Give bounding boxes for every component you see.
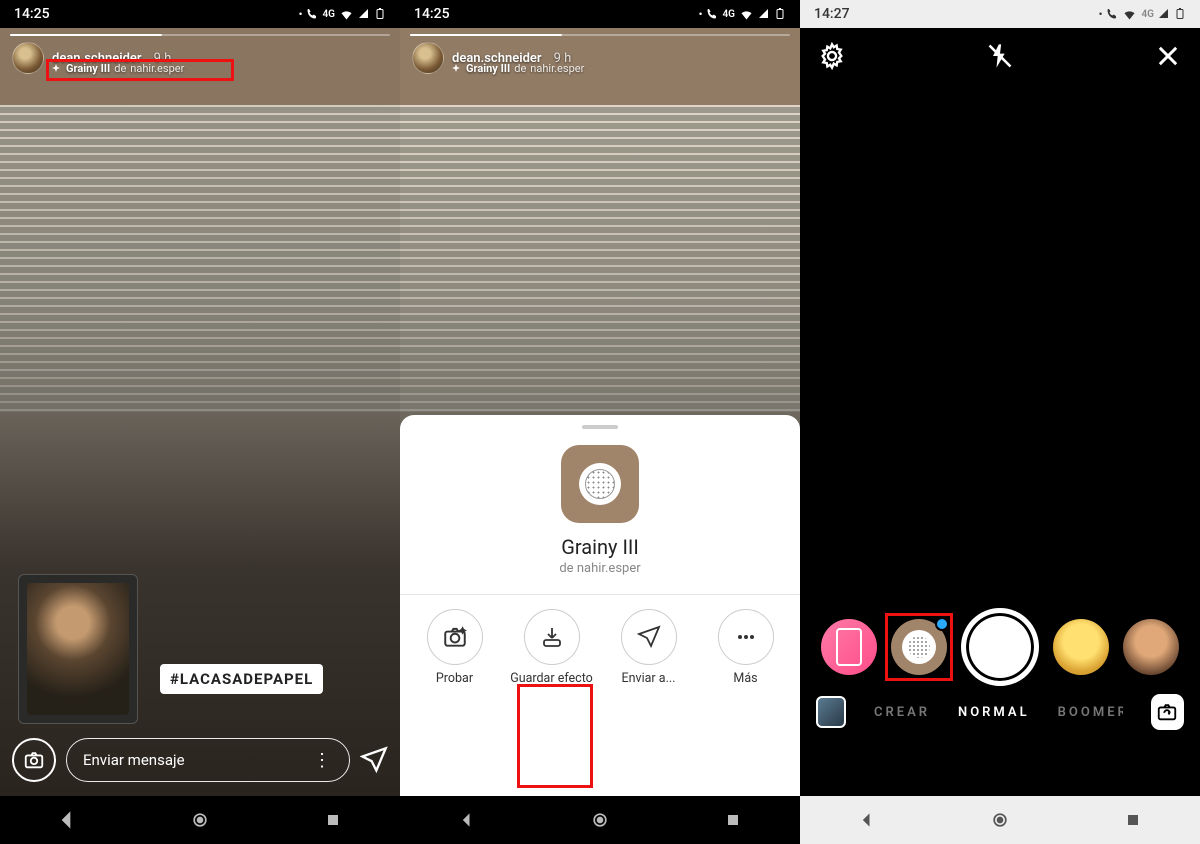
effect-thumbnail[interactable] [561,445,639,523]
home-icon[interactable] [590,810,610,830]
camera-button[interactable] [12,738,56,782]
android-nav-bar [400,796,800,844]
camera-mode-row[interactable]: CREAR NORMAL BOOMERANG [800,694,1200,730]
download-icon [540,625,564,649]
effect-name-text: Grainy III [466,62,510,75]
switch-camera-icon [1156,701,1178,723]
signal-icon [1158,8,1170,20]
status-icons: • 4G [699,7,786,22]
more-dots-icon [734,625,758,649]
mode-normal[interactable]: NORMAL [958,705,1030,720]
status-bar: 14:25 • 4G [0,0,400,28]
status-bar: 14:27 • 4G [800,0,1200,28]
status-time: 14:27 [814,6,850,22]
shutter-button[interactable] [961,608,1039,686]
send-icon [637,625,661,649]
recent-icon[interactable] [723,810,743,830]
effect-author-name: nahir.esper [577,561,641,576]
battery-icon [774,8,786,20]
back-icon[interactable] [457,810,477,830]
wifi-icon [1122,7,1137,22]
try-label: Probar [436,671,473,686]
sheet-grabber[interactable] [582,425,618,429]
effect-by-prefix: de [514,62,526,75]
story-attached-thumbnail[interactable] [18,574,138,724]
filter-carousel[interactable] [800,608,1200,686]
status-time: 14:25 [14,6,50,22]
more-button[interactable]: Más [701,609,791,686]
close-icon[interactable] [1154,42,1182,70]
annotation-highlight-box [885,613,953,681]
recent-icon[interactable] [323,810,343,830]
network-label: 4G [1141,9,1154,20]
effect-author-text: nahir.esper [530,62,584,75]
effect-author-line[interactable]: de nahir.esper [559,561,640,576]
message-input[interactable]: Enviar mensaje ⋮ [66,738,350,782]
message-placeholder: Enviar mensaje [83,751,185,769]
call-icon [1106,8,1118,20]
more-dots-icon[interactable]: ⋮ [313,750,333,771]
wifi-icon [339,7,354,22]
signal-icon [358,8,370,20]
story-progress-bar [10,34,390,36]
avatar[interactable] [412,42,444,74]
call-icon [706,8,718,20]
battery-icon [374,8,386,20]
annotation-highlight-box [517,684,593,788]
camera-icon [23,749,45,771]
mode-boomerang[interactable]: BOOMERANG [1058,705,1123,720]
effect-title: Grainy III [561,535,639,559]
save-effect-button[interactable]: Guardar efecto [507,609,597,686]
gallery-button[interactable] [816,696,846,728]
filter-item-pink[interactable] [821,619,877,675]
home-icon[interactable] [990,810,1010,830]
more-label: Más [733,671,757,686]
camera-sparkle-icon [442,624,468,650]
signal-icon [758,8,770,20]
avatar[interactable] [12,42,44,74]
back-icon[interactable] [857,810,877,830]
home-icon[interactable] [190,810,210,830]
status-icons: • 4G [299,7,386,22]
wifi-icon [739,7,754,22]
back-icon[interactable] [57,810,77,830]
camera-top-bar [800,28,1200,84]
phone-screen-effect-sheet: 14:25 • 4G dean.schneider 9 h Grainy III… [400,0,800,844]
phone-screen-story-view: 14:25 • 4G dean.schneider 9 h Grainy III… [0,0,400,844]
status-time: 14:25 [414,6,450,22]
filter-item-grainy-wrapper [891,619,947,675]
hashtag-sticker[interactable]: #LACASADEPAPEL [160,664,323,694]
annotation-highlight-box [46,59,234,81]
recent-icon[interactable] [1123,810,1143,830]
story-effect-label[interactable]: Grainy III de nahir.esper [450,62,584,75]
camera-viewfinder[interactable]: CREAR NORMAL BOOMERANG [800,28,1200,796]
status-bar: 14:25 • 4G [400,0,800,28]
flash-off-icon[interactable] [986,42,1014,70]
send-to-button[interactable]: Enviar a... [604,609,694,686]
android-nav-bar [800,796,1200,844]
effect-author-prefix: de [559,561,573,576]
switch-camera-button[interactable] [1151,694,1184,730]
sheet-actions: Probar Guardar efecto Enviar a... Más [400,595,800,700]
android-nav-bar [0,796,400,844]
share-icon[interactable] [360,746,388,774]
try-effect-button[interactable]: Probar [410,609,500,686]
mode-create[interactable]: CREAR [874,705,930,720]
effect-bottom-sheet: Grainy III de nahir.esper Probar Guardar… [400,415,800,796]
sparkle-icon [450,63,462,75]
filter-item-face[interactable] [1123,619,1179,675]
phone-screen-camera: 14:27 • 4G CREAR [800,0,1200,844]
settings-icon[interactable] [818,42,846,70]
story-progress-bar [410,34,790,36]
status-icons: • 4G [1099,7,1186,22]
story-bottom-bar: Enviar mensaje ⋮ [12,738,388,782]
send-label: Enviar a... [622,671,676,686]
filter-item-face-yellow[interactable] [1053,619,1109,675]
network-label: 4G [322,9,335,20]
network-label: 4G [722,9,735,20]
call-icon [306,8,318,20]
battery-icon [1174,8,1186,20]
